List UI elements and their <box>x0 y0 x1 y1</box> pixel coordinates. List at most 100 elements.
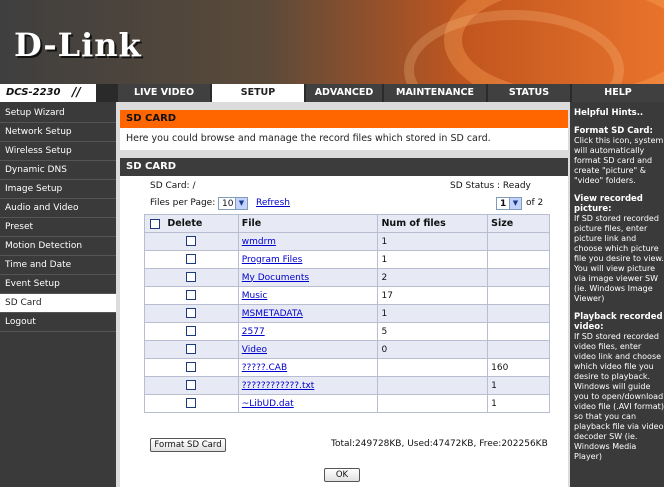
delete-checkbox[interactable] <box>186 254 197 265</box>
size-cell <box>487 250 550 269</box>
sidebar: Setup Wizard Network Setup Wireless Setu… <box>0 104 116 487</box>
sidebar-item-logout[interactable]: Logout <box>0 313 116 332</box>
size-header: Size <box>487 214 550 233</box>
file-link[interactable]: 2577 <box>242 327 265 337</box>
files-per-page-select[interactable]: 10 ▼ <box>218 197 248 210</box>
file-link[interactable]: Video <box>242 345 267 355</box>
file-link[interactable]: MSMETADATA <box>242 309 303 319</box>
num-files-header: Num of files <box>377 214 489 233</box>
main-content: SD CARD Here you could browse and manage… <box>116 102 570 487</box>
delete-header-label: Delete <box>167 218 203 229</box>
size-cell <box>487 340 550 359</box>
size-cell: 160 <box>487 358 550 377</box>
refresh-link[interactable]: Refresh <box>256 198 290 208</box>
file-link[interactable]: ?????.CAB <box>242 363 287 373</box>
table-row: 2577 5 <box>144 322 550 341</box>
delete-checkbox[interactable] <box>186 236 197 247</box>
ok-button[interactable]: OK <box>324 468 360 482</box>
delete-cell <box>144 358 239 377</box>
panel-header-sd-card: SD CARD <box>120 158 568 176</box>
sidebar-item-sd-card[interactable]: SD Card <box>0 294 116 313</box>
file-link[interactable]: wmdrm <box>242 237 276 247</box>
sidebar-item-preset[interactable]: Preset <box>0 218 116 237</box>
num-files-cell <box>377 394 489 413</box>
delete-checkbox[interactable] <box>186 308 197 319</box>
storage-totals: Total:249728KB, Used:47472KB, Free:20225… <box>331 439 548 449</box>
sidebar-item-audio-and-video[interactable]: Audio and Video <box>0 199 116 218</box>
help-panel: Helpful Hints.. Format SD Card: Click th… <box>570 102 664 487</box>
delete-cell <box>144 322 239 341</box>
file-link[interactable]: ~LibUD.dat <box>242 399 294 409</box>
files-per-page-value: 10 <box>222 199 234 209</box>
sd-card-panel: SD Card: / SD Status : Ready Files per P… <box>120 176 568 487</box>
table-row: MSMETADATA 1 <box>144 304 550 323</box>
sidebar-item-network-setup[interactable]: Network Setup <box>0 123 116 142</box>
file-link[interactable]: ????????????.txt <box>242 381 315 391</box>
help-format-title: Format SD Card: <box>574 126 653 136</box>
help-format-body: Click this icon, system will automatical… <box>574 136 664 185</box>
sidebar-item-setup-wizard[interactable]: Setup Wizard <box>0 104 116 123</box>
table-row: ?????.CAB 160 <box>144 358 550 377</box>
tab-setup[interactable]: SETUP <box>210 84 304 102</box>
sidebar-item-time-and-date[interactable]: Time and Date <box>0 256 116 275</box>
delete-checkbox[interactable] <box>186 290 197 301</box>
page-select-value: 1 <box>500 199 507 209</box>
table-row: Video 0 <box>144 340 550 359</box>
delete-checkbox[interactable] <box>186 272 197 283</box>
help-title: Helpful Hints.. <box>574 108 644 118</box>
file-link[interactable]: My Documents <box>242 273 309 283</box>
select-all-checkbox[interactable] <box>150 218 160 229</box>
num-files-cell: 17 <box>377 286 489 305</box>
delete-checkbox[interactable] <box>186 398 197 409</box>
num-files-cell: 1 <box>377 232 489 251</box>
num-files-cell: 5 <box>377 322 489 341</box>
file-cell: Video <box>237 340 379 359</box>
file-cell: 2577 <box>237 322 379 341</box>
size-cell: 1 <box>487 376 550 395</box>
table-row: wmdrm 1 <box>144 232 550 251</box>
page-select[interactable]: 1 ▼ <box>496 197 522 210</box>
sd-path-label: SD Card: / <box>150 181 196 191</box>
delete-cell <box>144 268 239 287</box>
tab-maintenance[interactable]: MAINTENANCE <box>382 84 486 102</box>
delete-cell <box>144 340 239 359</box>
size-cell <box>487 322 550 341</box>
header-banner: D-Link <box>0 0 664 84</box>
file-link[interactable]: Program Files <box>242 255 303 265</box>
sidebar-item-wireless-setup[interactable]: Wireless Setup <box>0 142 116 161</box>
table-row: My Documents 2 <box>144 268 550 287</box>
tab-live-video[interactable]: LIVE VIDEO <box>116 84 210 102</box>
size-cell <box>487 268 550 287</box>
table-header-row: Delete File Num of files Size <box>144 214 550 233</box>
num-files-cell: 1 <box>377 304 489 323</box>
delete-cell <box>144 232 239 251</box>
num-files-cell <box>377 358 489 377</box>
table-row: Program Files 1 <box>144 250 550 269</box>
sidebar-item-dynamic-dns[interactable]: Dynamic DNS <box>0 161 116 180</box>
sidebar-item-image-setup[interactable]: Image Setup <box>0 180 116 199</box>
file-link[interactable]: Music <box>242 291 268 301</box>
sidebar-item-motion-detection[interactable]: Motion Detection <box>0 237 116 256</box>
file-cell: ????????????.txt <box>237 376 379 395</box>
num-files-cell <box>377 376 489 395</box>
file-cell: My Documents <box>237 268 379 287</box>
delete-checkbox[interactable] <box>186 326 197 337</box>
help-playback-title: Playback recorded video: <box>574 312 663 332</box>
file-cell: wmdrm <box>237 232 379 251</box>
num-files-cell: 0 <box>377 340 489 359</box>
delete-cell <box>144 394 239 413</box>
num-files-cell: 2 <box>377 268 489 287</box>
tab-advanced[interactable]: ADVANCED <box>304 84 382 102</box>
tab-status[interactable]: STATUS <box>486 84 570 102</box>
delete-checkbox[interactable] <box>186 362 197 373</box>
file-table: Delete File Num of files Size wmdrm 1 Prog… <box>144 214 550 413</box>
help-playback-body: If SD stored recorded video files, enter… <box>574 332 664 461</box>
format-sd-card-button[interactable]: Format SD Card <box>150 438 226 452</box>
tab-help[interactable]: HELP <box>570 84 664 102</box>
delete-checkbox[interactable] <box>186 344 197 355</box>
section-header-sd-card: SD CARD <box>120 110 568 128</box>
size-cell <box>487 286 550 305</box>
delete-checkbox[interactable] <box>186 380 197 391</box>
sidebar-item-event-setup[interactable]: Event Setup <box>0 275 116 294</box>
file-cell: ?????.CAB <box>237 358 379 377</box>
